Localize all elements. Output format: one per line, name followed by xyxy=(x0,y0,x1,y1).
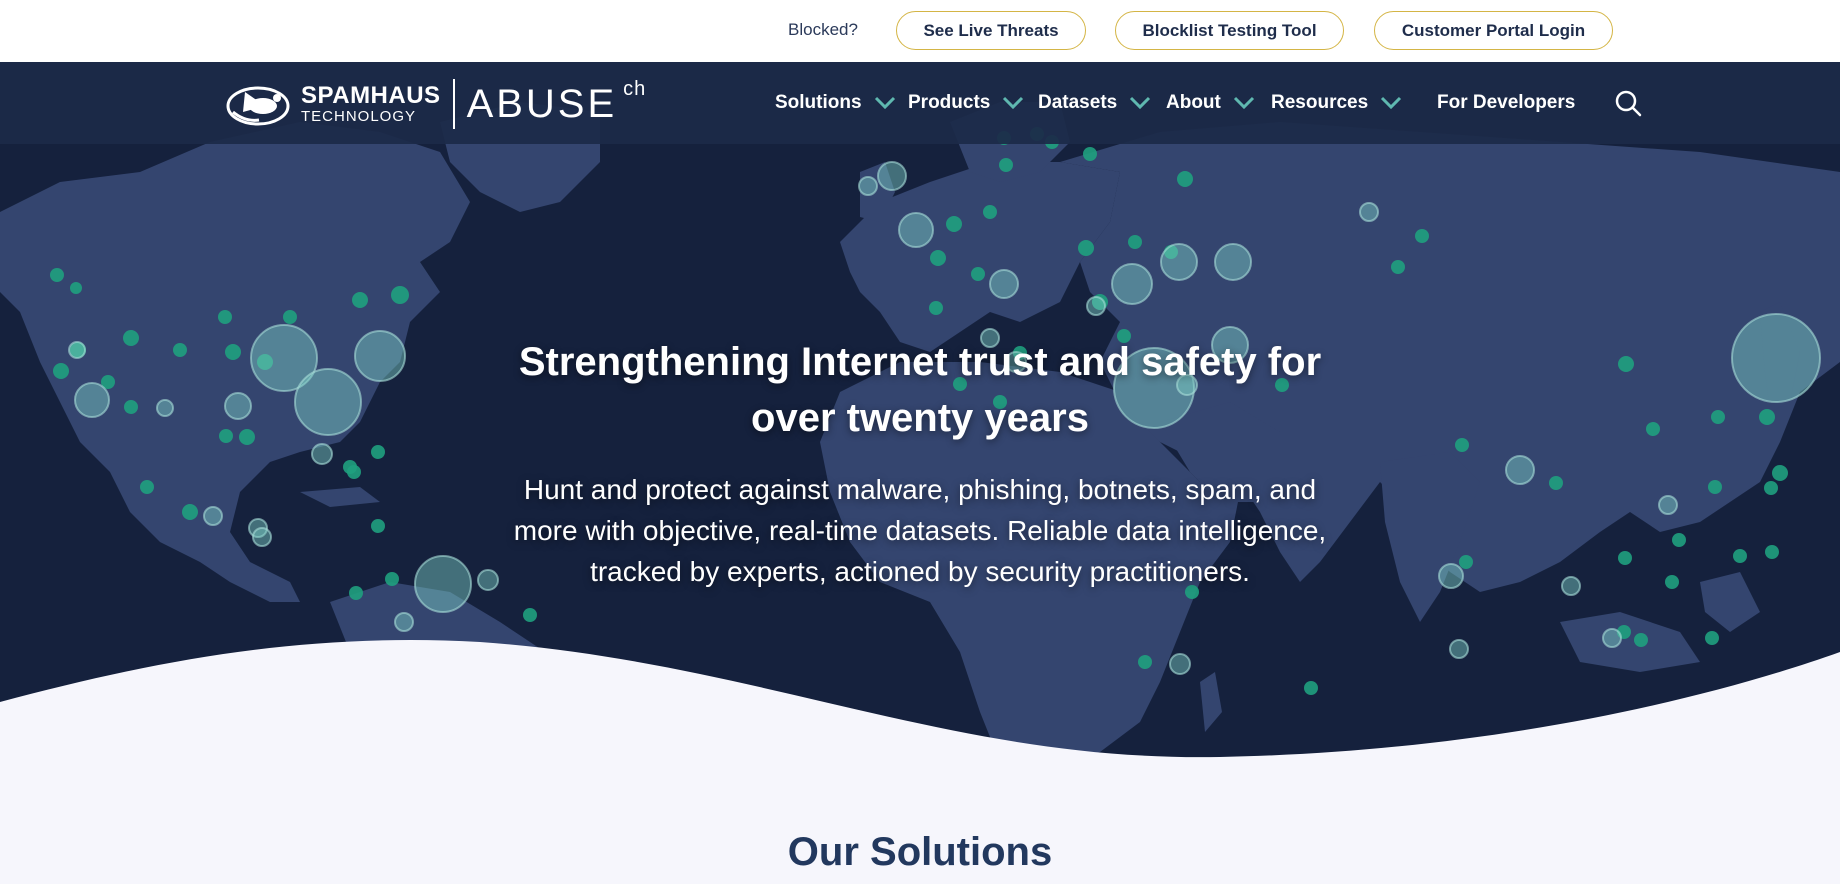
search-icon[interactable] xyxy=(1614,89,1642,117)
chevron-down-icon xyxy=(1003,96,1024,110)
hero-subtitle: Hunt and protect against malware, phishi… xyxy=(0,469,1840,592)
nav-item-label: About xyxy=(1166,92,1221,113)
chevron-down-icon xyxy=(874,96,895,110)
blocklist-testing-tool-button[interactable]: Blocklist Testing Tool xyxy=(1115,11,1344,50)
nav-item-products[interactable]: Products xyxy=(908,62,1024,144)
hero-subtitle-line-1: Hunt and protect against malware, phishi… xyxy=(523,474,1317,505)
blocked-link[interactable]: Blocked? xyxy=(788,20,858,40)
technology-text: TECHNOLOGY xyxy=(301,108,417,125)
main-navbar: SPAMHAUS TECHNOLOGY ABUSE ch Solutions P… xyxy=(0,62,1840,144)
hero-title-line-1: Strengthening Internet trust and safety … xyxy=(518,340,1322,384)
top-utility-bar: Blocked? See Live Threats Blocklist Test… xyxy=(0,0,1840,62)
see-live-threats-button[interactable]: See Live Threats xyxy=(896,11,1086,50)
spamhaus-bee-logo-icon xyxy=(226,86,290,126)
nav-item-datasets[interactable]: Datasets xyxy=(1038,62,1151,144)
chevron-down-icon xyxy=(1130,96,1151,110)
nav-item-label: For Developers xyxy=(1437,92,1576,113)
spamhaus-wordmark: SPAMHAUS TECHNOLOGY xyxy=(301,82,441,125)
nav-item-label: Solutions xyxy=(775,92,862,113)
our-solutions-heading: Our Solutions xyxy=(787,830,1053,874)
logo-divider xyxy=(452,79,455,129)
site-logo[interactable]: SPAMHAUS TECHNOLOGY ABUSE ch xyxy=(225,78,646,130)
hero-title: Strengthening Internet trust and safety … xyxy=(0,334,1840,446)
hero-subtitle-line-2: more with objective, real-time datasets.… xyxy=(513,515,1327,546)
nav-item-solutions[interactable]: Solutions xyxy=(775,62,896,144)
nav-item-label: Products xyxy=(908,92,991,113)
hero-title-line-2: over twenty years xyxy=(751,396,1089,440)
abuse-ch-wordmark: ABUSE ch xyxy=(466,78,647,127)
nav-item-label: Resources xyxy=(1271,92,1369,113)
spamhaus-text: SPAMHAUS xyxy=(301,82,441,109)
chevron-down-icon xyxy=(1381,96,1402,110)
nav-item-for-developers[interactable]: For Developers xyxy=(1437,62,1575,144)
chevron-down-icon xyxy=(1233,96,1254,110)
nav-item-label: Datasets xyxy=(1038,92,1118,113)
abuse-text: ABUSE xyxy=(466,81,618,126)
nav-item-resources[interactable]: Resources xyxy=(1271,62,1402,144)
ch-text: ch xyxy=(623,77,647,100)
nav-item-about[interactable]: About xyxy=(1166,62,1255,144)
customer-portal-login-button[interactable]: Customer Portal Login xyxy=(1374,11,1613,50)
hero-subtitle-line-3: tracked by experts, actioned by security… xyxy=(590,556,1250,587)
hero-section: Strengthening Internet trust and safety … xyxy=(0,62,1840,762)
